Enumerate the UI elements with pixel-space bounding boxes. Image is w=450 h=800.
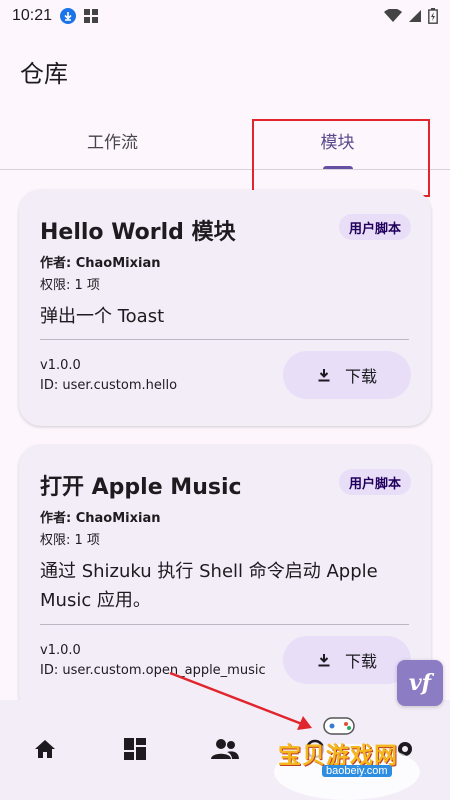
module-type-badge: 用户脚本 (338, 214, 411, 240)
wifi-icon (384, 9, 402, 22)
nav-people[interactable] (195, 719, 255, 779)
cellular-icon (409, 10, 421, 22)
watermark: 宝贝游戏网 baobeiy.com (270, 710, 420, 800)
module-id: ID: user.custom.hello (40, 378, 178, 393)
module-type-badge: 用户脚本 (338, 469, 411, 495)
module-version: v1.0.0 (40, 358, 81, 373)
grid-app-icon (84, 9, 99, 23)
module-title: Hello World 模块 (40, 220, 236, 245)
module-author: 作者: ChaoMixian (40, 252, 161, 271)
home-icon (35, 740, 55, 758)
people-icon (211, 739, 239, 759)
nav-home[interactable] (15, 719, 75, 779)
card-divider (40, 339, 409, 340)
author-name: ChaoMixian (75, 511, 161, 526)
status-time: 10:21 (12, 7, 53, 24)
download-icon (60, 8, 77, 24)
tab-label: 工作流 (87, 133, 138, 153)
author-name: ChaoMixian (75, 256, 161, 271)
download-icon (318, 369, 330, 382)
battery-icon (428, 8, 438, 24)
annotation-highlight-box (252, 119, 430, 197)
module-author: 作者: ChaoMixian (40, 507, 161, 526)
module-permissions: 权限: 1 项 (40, 278, 100, 293)
module-version: v1.0.0 (40, 643, 81, 658)
download-button[interactable]: 下载 (283, 636, 411, 684)
download-icon (318, 654, 330, 667)
author-label: 作者: (40, 511, 76, 526)
dashboard-icon (124, 738, 146, 760)
watermark-url: baobeiy.com (322, 765, 392, 777)
download-button[interactable]: 下载 (283, 351, 411, 399)
module-description: 通过 Shizuku 执行 Shell 命令启动 Apple Music 应用。 (40, 561, 378, 611)
download-label: 下载 (344, 652, 377, 671)
card-divider (40, 624, 409, 625)
module-id: ID: user.custom.open_apple_music (40, 663, 266, 678)
nav-dashboard[interactable] (105, 719, 165, 779)
download-label: 下载 (344, 367, 377, 386)
author-label: 作者: (40, 256, 76, 271)
status-bar: 10:21 (0, 0, 450, 32)
module-description: 弹出一个 Toast (40, 306, 165, 327)
vf-floating-badge[interactable]: vf (397, 660, 443, 706)
tab-workflows[interactable]: 工作流 (0, 112, 225, 169)
module-permissions: 权限: 1 项 (40, 533, 100, 548)
module-card[interactable]: 打开 Apple Music 用户脚本 作者: ChaoMixian 权限: 1… (19, 445, 431, 715)
module-title: 打开 Apple Music (40, 475, 242, 500)
module-card[interactable]: Hello World 模块 用户脚本 作者: ChaoMixian 权限: 1… (19, 190, 431, 426)
gamepad-icon (323, 717, 355, 735)
page-title: 仓库 (20, 60, 68, 88)
